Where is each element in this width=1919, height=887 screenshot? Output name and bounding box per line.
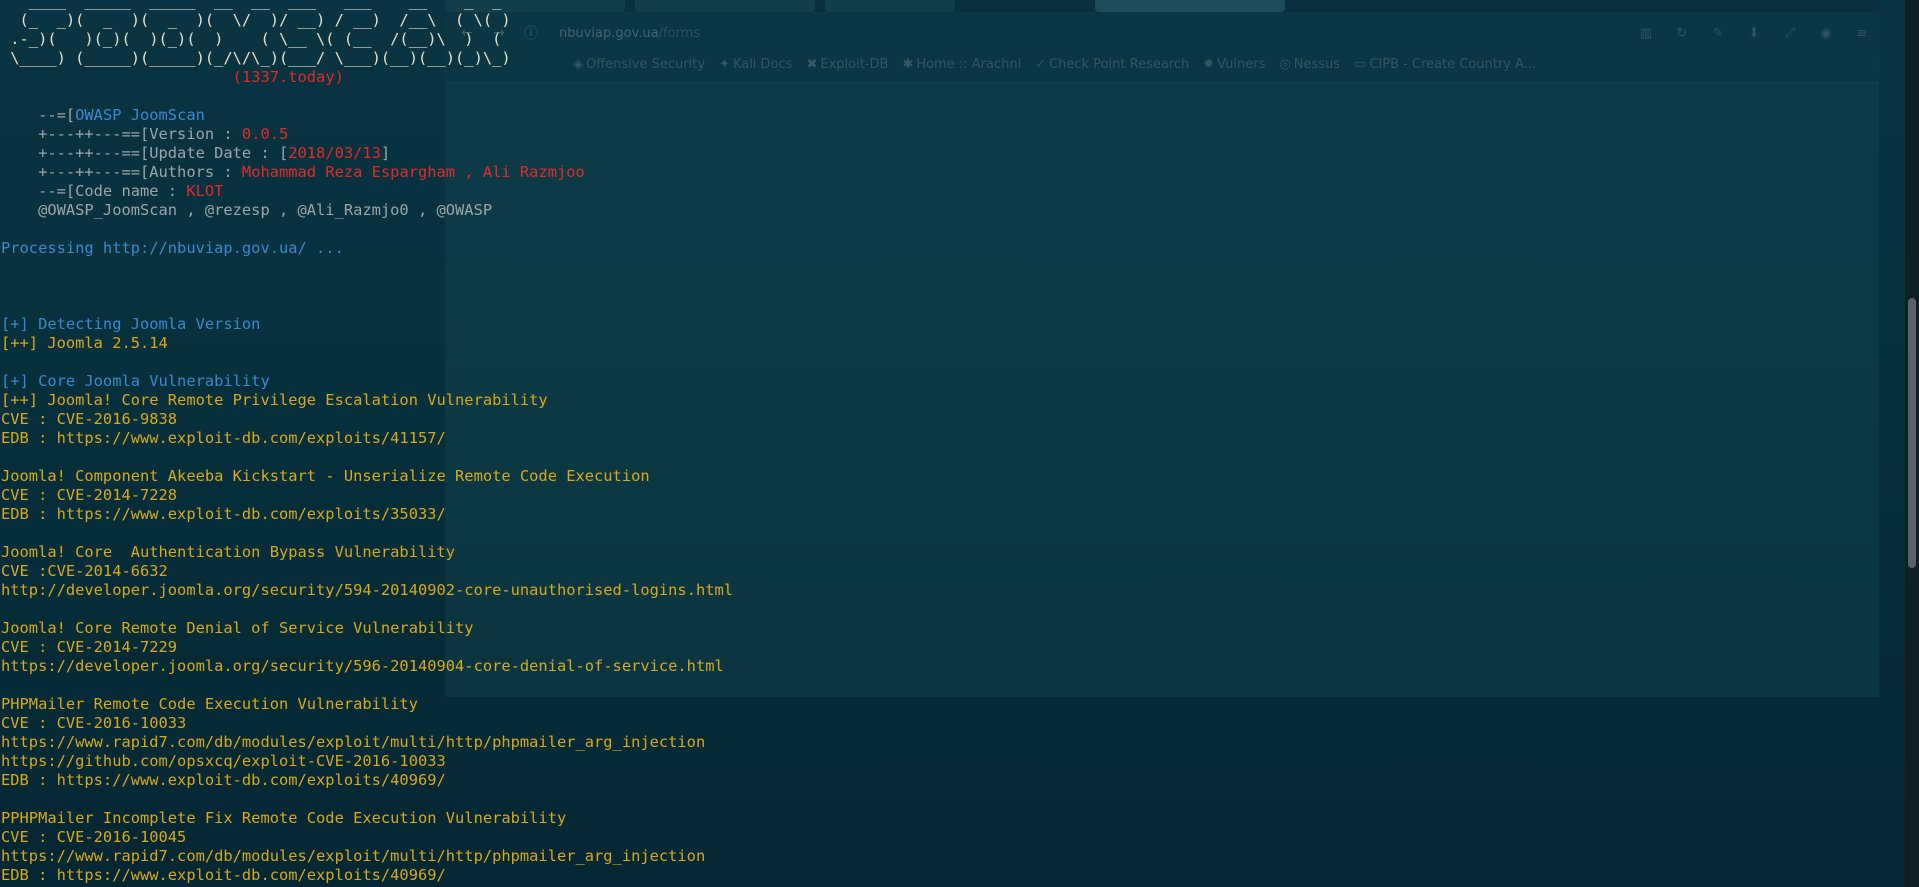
vuln-detail: CVE : CVE-2014-7228 <box>1 486 178 504</box>
vuln-detail: http://developer.joomla.org/security/594… <box>1 581 734 599</box>
vuln-entry: Joomla! Core Remote Denial of Service Vu… <box>1 619 1906 676</box>
tool-name: OWASP JoomScan <box>75 106 205 124</box>
vuln-entry: Joomla! Core Authentication Bypass Vulne… <box>1 543 1906 600</box>
vuln-detail: EDB : https://www.exploit-db.com/exploit… <box>1 429 446 447</box>
tool-name-line: --=[OWASP JoomScan <box>1 106 205 124</box>
banner-tag: (1337.today) <box>232 68 344 86</box>
vuln-detail: EDB : https://www.exploit-db.com/exploit… <box>1 771 446 789</box>
vuln-title: Joomla! Core Authentication Bypass Vulne… <box>1 543 456 561</box>
banner-art-line: .-_)( )(_)( )(_)( ) ( \__ \( (__ /(__)\ … <box>1 30 511 48</box>
core-vuln-header: [+] Core Joomla Vulnerability <box>1 372 270 390</box>
vuln-detail: CVE : CVE-2016-10033 <box>1 714 187 732</box>
vuln-title: Joomla! Core Remote Denial of Service Vu… <box>1 619 474 637</box>
authors-line: +---++---==[Authors : Mohammad Reza Espa… <box>1 163 585 181</box>
codename-value: KLOT <box>186 182 224 200</box>
update-date-value: 2018/03/13 <box>288 144 381 162</box>
vuln-detail: EDB : https://www.exploit-db.com/exploit… <box>1 505 446 523</box>
codename-line: --=[Code name : KLOT <box>1 182 224 200</box>
banner-art-line: \____) (_____)(_____)(_/\/\_)(___/ \___)… <box>1 49 511 67</box>
vuln-title: PPHPMailer Incomplete Fix Remote Code Ex… <box>1 809 567 827</box>
vuln-detail: https://www.rapid7.com/db/modules/exploi… <box>1 847 706 865</box>
processing-line: Processing http://nbuviap.gov.ua/ ... <box>1 239 344 257</box>
vuln-entry: Joomla! Component Akeeba Kickstart - Uns… <box>1 467 1906 524</box>
detect-version-header: [+] Detecting Joomla Version <box>1 315 261 333</box>
vuln-title: PHPMailer Remote Code Execution Vulnerab… <box>1 695 418 713</box>
vuln-detail: EDB : https://www.exploit-db.com/exploit… <box>1 866 446 884</box>
terminal-output[interactable]: ____ _____ _____ __ __ ___ ___ __ _ _ (_… <box>0 0 1906 887</box>
vuln-title: [++] Joomla! Core Remote Privilege Escal… <box>1 391 548 409</box>
scrollbar-thumb[interactable] <box>1908 298 1916 568</box>
vuln-detail: CVE : CVE-2016-9838 <box>1 410 178 428</box>
terminal-scrollbar[interactable] <box>1905 0 1919 887</box>
vuln-detail: https://developer.joomla.org/security/59… <box>1 657 724 675</box>
vuln-entry: PHPMailer Remote Code Execution Vulnerab… <box>1 695 1906 790</box>
version-value: 0.0.5 <box>241 125 289 143</box>
detect-version-result: [++] Joomla 2.5.14 <box>1 334 168 352</box>
authors-value: Mohammad Reza Espargham , Ali Razmjoo <box>241 163 585 181</box>
vuln-entry: PPHPMailer Incomplete Fix Remote Code Ex… <box>1 809 1906 885</box>
vuln-detail: https://www.rapid7.com/db/modules/exploi… <box>1 733 706 751</box>
vuln-title: Joomla! Component Akeeba Kickstart - Uns… <box>1 467 650 485</box>
vuln-detail: CVE : CVE-2014-7229 <box>1 638 178 656</box>
banner-art-line: (_ _)( _ )( _ )( \/ )/ __) / __) /__\ ( … <box>1 11 511 29</box>
version-line: +---++---==[Version : 0.0.5 <box>1 125 289 143</box>
update-date-line: +---++---==[Update Date : [2018/03/13] <box>1 144 391 162</box>
vuln-detail: CVE :CVE-2014-6632 <box>1 562 168 580</box>
vuln-detail: CVE : CVE-2016-10045 <box>1 828 187 846</box>
handles-line: @OWASP_JoomScan , @rezesp , @Ali_Razmjo0… <box>1 201 493 219</box>
banner-art-line: ____ _____ _____ __ __ ___ ___ __ _ _ <box>1 0 511 10</box>
vuln-detail: https://github.com/opsxcq/exploit-CVE-20… <box>1 752 446 770</box>
vuln-entry: [++] Joomla! Core Remote Privilege Escal… <box>1 391 1906 448</box>
